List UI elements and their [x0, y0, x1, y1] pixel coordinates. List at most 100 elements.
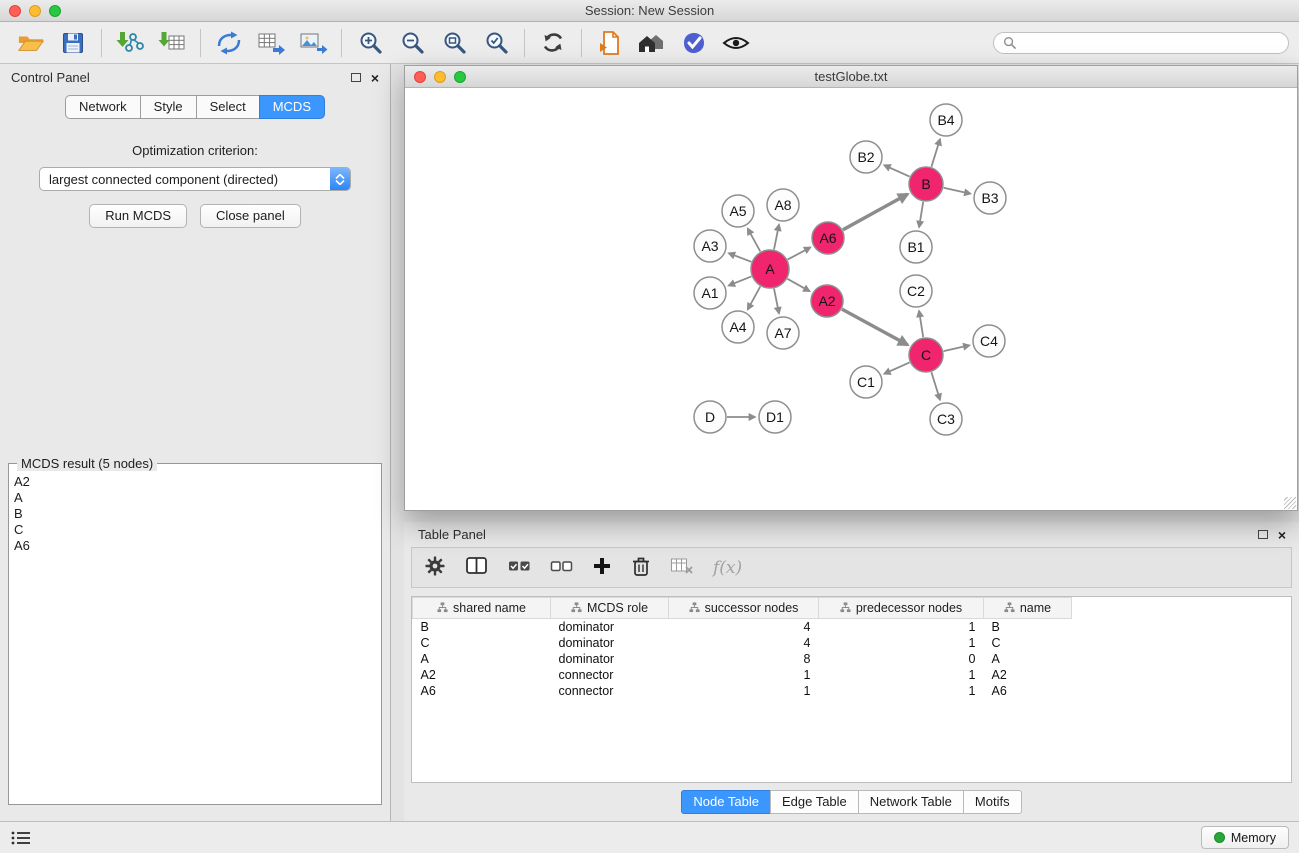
graph-edge-B-B3[interactable]: [944, 188, 971, 194]
close-panel-button[interactable]: Close panel: [200, 204, 301, 228]
search-input[interactable]: [1021, 36, 1279, 50]
close-network-window-button[interactable]: [414, 71, 426, 83]
graph-node-C2[interactable]: C2: [900, 275, 932, 307]
graph-node-B4[interactable]: B4: [930, 104, 962, 136]
tab-motifs[interactable]: Motifs: [963, 790, 1022, 814]
tab-style[interactable]: Style: [140, 95, 196, 119]
zoom-out-button[interactable]: [391, 26, 433, 60]
refresh-view-button[interactable]: [532, 26, 574, 60]
graph-edge-A6-B[interactable]: [843, 194, 908, 230]
add-column-button[interactable]: [592, 556, 612, 579]
graph-node-D1[interactable]: D1: [759, 401, 791, 433]
column-header[interactable]: MCDS role: [551, 598, 669, 619]
import-table-button[interactable]: [151, 26, 193, 60]
resize-grip[interactable]: [1284, 497, 1296, 509]
show-hide-button[interactable]: [715, 26, 757, 60]
delete-column-button[interactable]: [631, 555, 651, 580]
zoom-window-button[interactable]: [49, 5, 61, 17]
criterion-select[interactable]: largest connected component (directed): [39, 167, 351, 191]
graph-edge-A-A6[interactable]: [788, 247, 811, 259]
mcds-result-item[interactable]: A2: [14, 474, 376, 490]
close-window-button[interactable]: [9, 5, 21, 17]
table-row[interactable]: Bdominator41B: [413, 619, 1088, 635]
table-row[interactable]: Adominator80A: [413, 651, 1088, 667]
close-panel-icon[interactable]: ×: [371, 72, 379, 84]
network-file-button[interactable]: [589, 26, 631, 60]
close-table-panel-icon[interactable]: ×: [1278, 529, 1286, 541]
graph-edge-A-A8[interactable]: [774, 225, 779, 250]
minimize-network-window-button[interactable]: [434, 71, 446, 83]
graph-edge-A-A1[interactable]: [729, 276, 752, 285]
graph-edge-B-B2[interactable]: [884, 165, 909, 176]
table-settings-button[interactable]: [424, 555, 446, 580]
zoom-fit-button[interactable]: [433, 26, 475, 60]
graph-edge-C-C1[interactable]: [884, 362, 909, 373]
graph-node-B[interactable]: B: [909, 167, 943, 201]
validate-button[interactable]: [673, 26, 715, 60]
graph-node-A5[interactable]: A5: [722, 195, 754, 227]
graph-edge-A-A7[interactable]: [774, 289, 779, 314]
graph-node-A4[interactable]: A4: [722, 311, 754, 343]
tab-network-table[interactable]: Network Table: [858, 790, 963, 814]
graph-edge-A2-C[interactable]: [842, 309, 908, 345]
mcds-result-item[interactable]: A6: [14, 538, 376, 554]
table-row[interactable]: A6connector11A6: [413, 683, 1088, 699]
graph-edge-B-B4[interactable]: [931, 139, 940, 167]
graph-edge-A-A4[interactable]: [748, 287, 761, 310]
zoom-in-button[interactable]: [349, 26, 391, 60]
tab-select[interactable]: Select: [196, 95, 259, 119]
column-header[interactable]: shared name: [413, 598, 551, 619]
float-panel-icon[interactable]: [351, 73, 361, 82]
graph-node-A2[interactable]: A2: [811, 285, 843, 317]
import-network-button[interactable]: [109, 26, 151, 60]
graph-edge-B-B1[interactable]: [919, 202, 923, 227]
network-canvas[interactable]: B4 B2 B B3 A8 A5 A6 A3 B1 A: [405, 88, 1297, 510]
tab-network[interactable]: Network: [65, 95, 140, 119]
select-all-button[interactable]: [508, 558, 531, 577]
column-header[interactable]: name: [984, 598, 1072, 619]
graph-node-C3[interactable]: C3: [930, 403, 962, 435]
graph-node-A6[interactable]: A6: [812, 222, 844, 254]
graph-edge-C-C2[interactable]: [919, 311, 923, 337]
graph-edge-A-A5[interactable]: [748, 229, 761, 252]
graph-edge-A-A3[interactable]: [729, 253, 752, 262]
column-header[interactable]: successor nodes: [669, 598, 819, 619]
tab-edge-table[interactable]: Edge Table: [770, 790, 858, 814]
graph-node-B2[interactable]: B2: [850, 141, 882, 173]
function-builder-button[interactable]: f(x): [713, 558, 742, 578]
zoom-selected-button[interactable]: [475, 26, 517, 60]
graph-edge-C-C3[interactable]: [931, 372, 940, 400]
export-image-button[interactable]: [292, 26, 334, 60]
zoom-network-window-button[interactable]: [454, 71, 466, 83]
show-columns-button[interactable]: [465, 556, 489, 579]
graph-edge-A-A2[interactable]: [787, 279, 809, 291]
task-history-button[interactable]: [10, 829, 32, 847]
open-session-button[interactable]: [10, 26, 52, 60]
mcds-result-item[interactable]: C: [14, 522, 376, 538]
tab-node-table[interactable]: Node Table: [681, 790, 770, 814]
graph-node-C[interactable]: C: [909, 338, 943, 372]
graph-node-A7[interactable]: A7: [767, 317, 799, 349]
graph-node-A8[interactable]: A8: [767, 189, 799, 221]
table-row[interactable]: A2connector11A2: [413, 667, 1088, 683]
graph-node-D[interactable]: D: [694, 401, 726, 433]
graph-node-B3[interactable]: B3: [974, 182, 1006, 214]
run-mcds-button[interactable]: Run MCDS: [89, 204, 187, 228]
memory-button[interactable]: Memory: [1201, 826, 1289, 849]
graph-node-C1[interactable]: C1: [850, 366, 882, 398]
node-table-container[interactable]: shared nameMCDS rolesuccessor nodesprede…: [411, 596, 1292, 783]
column-header[interactable]: predecessor nodes: [819, 598, 984, 619]
toolbar-search[interactable]: [993, 32, 1289, 54]
graph-node-A3[interactable]: A3: [694, 230, 726, 262]
mcds-result-item[interactable]: A: [14, 490, 376, 506]
save-session-button[interactable]: [52, 26, 94, 60]
float-table-panel-icon[interactable]: [1258, 530, 1268, 539]
delete-table-button[interactable]: [670, 557, 694, 578]
mcds-result-item[interactable]: B: [14, 506, 376, 522]
home-layout-button[interactable]: [631, 26, 673, 60]
deselect-all-button[interactable]: [550, 558, 573, 577]
graph-node-A[interactable]: A: [751, 250, 789, 288]
mcds-result-list[interactable]: A2ABCA6: [9, 464, 381, 804]
graph-node-A1[interactable]: A1: [694, 277, 726, 309]
table-row[interactable]: Cdominator41C: [413, 635, 1088, 651]
